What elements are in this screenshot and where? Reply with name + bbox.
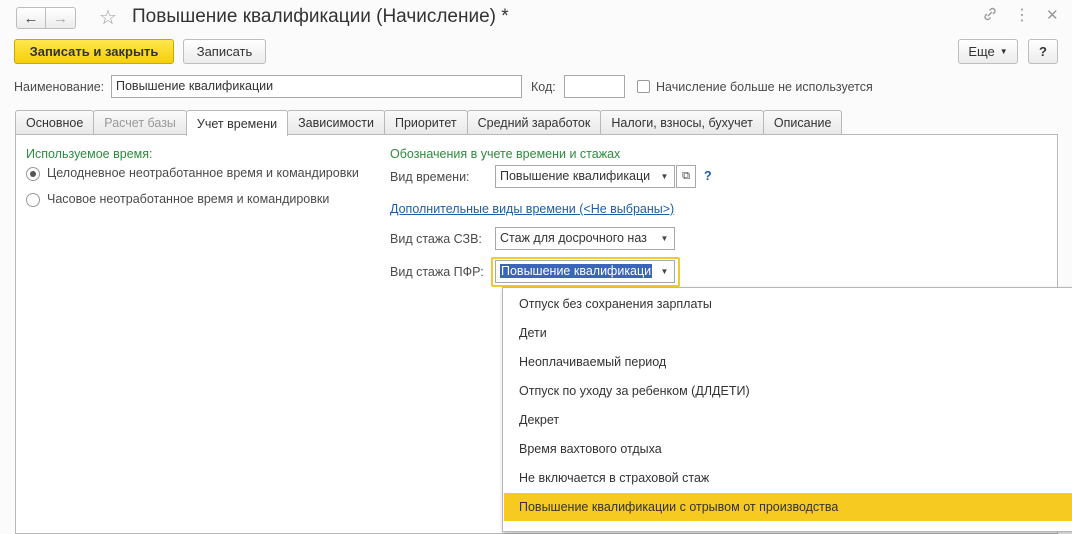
pfr-selected-text: Повышение квалификаци [500,264,653,278]
extra-time-kinds-link[interactable]: Дополнительные виды времени (<Не выбраны… [390,202,674,216]
szv-label: Вид стажа СЗВ: [390,232,482,246]
time-kind-open-button[interactable]: ⧉ [676,165,696,188]
chevron-down-icon: ▼ [660,267,669,276]
close-icon[interactable]: ✕ [1046,6,1059,24]
time-used-heading: Используемое время: [26,147,153,161]
save-and-close-button[interactable]: Записать и закрыть [14,39,174,64]
time-kind-label: Вид времени: [390,170,470,184]
save-button[interactable]: Записать [183,39,266,64]
szv-input[interactable]: Стаж для досрочного наз [495,227,656,250]
tab-base-calc: Расчет базы [93,110,187,135]
help-button[interactable]: ? [1028,39,1058,64]
designations-heading: Обозначения в учете времени и стажах [390,147,621,161]
list-item[interactable]: Отпуск по уходу за ребенком (ДЛДЕТИ) [504,377,1072,405]
pfr-dropdown-button[interactable]: ▼ [655,260,675,283]
arrow-left-icon: ← [23,9,39,27]
pfr-label-text: Вид стажа ПФР: [390,265,484,279]
tab-description[interactable]: Описание [762,110,843,135]
unused-label: Начисление больше не используется [656,80,873,94]
radio-hourly-label[interactable]: Часовое неотработанное время и командиро… [47,192,329,206]
back-button[interactable]: ← [16,7,46,29]
radio-hourly[interactable] [26,193,40,207]
tab-dependencies[interactable]: Зависимости [287,110,385,135]
unused-checkbox[interactable] [637,80,650,93]
arrow-right-icon: → [53,9,68,27]
list-item[interactable]: Декрет [504,406,1072,434]
radio-full-day-label[interactable]: Целодневное неотработанное время и коман… [47,166,359,180]
list-item[interactable]: Неоплачиваемый период [504,348,1072,376]
list-item[interactable]: Отпуск без сохранения зарплаты [504,290,1072,318]
window-title: Повышение квалификации (Начисление) * [132,6,509,27]
pfr-label: Вид стажа ПФР: [390,265,484,279]
chevron-down-icon: ▼ [999,47,1008,56]
open-window-icon: ⧉ [682,170,690,182]
tab-taxes[interactable]: Налоги, взносы, бухучет [600,110,764,135]
pfr-dropdown-list: Отпуск без сохранения зарплаты Дети Неоп… [502,287,1072,532]
name-input[interactable]: Повышение квалификации [111,75,522,98]
chevron-down-icon: ▼ [660,172,669,181]
code-label: Код: [531,80,556,94]
tab-main[interactable]: Основное [15,110,95,135]
chevron-down-icon: ▼ [660,234,669,243]
time-kind-dropdown-button[interactable]: ▼ [655,165,675,188]
tab-time-accounting[interactable]: Учет времени [185,110,289,136]
more-label: Еще [968,44,995,59]
szv-dropdown-button[interactable]: ▼ [655,227,675,250]
tab-bar: Основное Расчет базы Учет времени Зависи… [15,110,843,136]
more-button[interactable]: Еще ▼ [958,39,1018,64]
time-kind-input[interactable]: Повышение квалификаци [495,165,656,188]
tab-average-earnings[interactable]: Средний заработок [466,110,602,135]
list-item[interactable]: Не включается в страховой стаж [504,464,1072,492]
tab-priority[interactable]: Приоритет [383,110,468,135]
name-label: Наименование: [14,80,105,94]
menu-dots-icon[interactable]: ⋮ [1014,5,1030,25]
forward-button[interactable]: → [46,7,76,29]
radio-full-day[interactable] [26,167,40,181]
link-icon[interactable] [982,6,998,27]
help-mark[interactable]: ? [704,169,712,183]
pfr-input[interactable]: Повышение квалификаци [495,260,656,283]
favorite-star-icon[interactable]: ☆ [99,5,117,30]
list-item[interactable]: Время вахтового отдыха [504,435,1072,463]
list-item-highlighted[interactable]: Повышение квалификации с отрывом от прои… [504,493,1072,521]
code-input[interactable] [564,75,625,98]
list-item[interactable]: Дети [504,319,1072,347]
